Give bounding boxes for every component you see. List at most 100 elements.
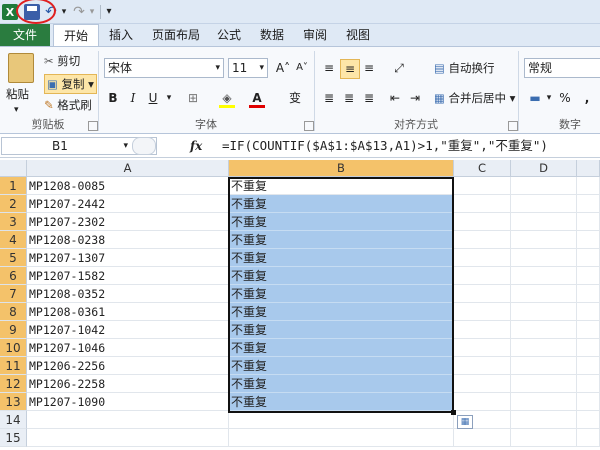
cell-c[interactable]	[454, 339, 511, 357]
column-header-e[interactable]	[577, 160, 600, 177]
cell-a[interactable]: MP1208-0352	[27, 285, 229, 303]
align-left-icon[interactable]: ≣	[320, 89, 338, 107]
cell-c[interactable]	[454, 213, 511, 231]
bold-button[interactable]: B	[104, 89, 122, 107]
percent-button[interactable]: %	[556, 89, 574, 107]
cell-c[interactable]	[454, 303, 511, 321]
cell-e[interactable]	[577, 249, 600, 267]
row-header[interactable]: 3	[0, 213, 27, 231]
cell-e[interactable]	[577, 357, 600, 375]
align-bottom-icon[interactable]: ≡	[360, 59, 378, 77]
border-icon[interactable]: ⊞	[184, 89, 202, 107]
cell-a[interactable]: MP1207-1582	[27, 267, 229, 285]
cell-d[interactable]	[511, 213, 577, 231]
column-header-b[interactable]: B	[229, 160, 454, 177]
increase-indent-icon[interactable]: ⇥	[406, 89, 424, 107]
cell-e[interactable]	[577, 429, 600, 447]
paste-dropdown-icon[interactable]: ▾	[14, 101, 19, 119]
cell-e[interactable]	[577, 177, 600, 195]
cell-d[interactable]	[511, 249, 577, 267]
tab-formulas[interactable]: 公式	[211, 24, 247, 46]
cell-a[interactable]	[27, 429, 229, 447]
cell-d[interactable]	[511, 303, 577, 321]
cut-button[interactable]: ✂ 剪切	[44, 52, 80, 70]
cell-d[interactable]	[511, 267, 577, 285]
cell-c[interactable]	[454, 177, 511, 195]
cell-a[interactable]: MP1207-2302	[27, 213, 229, 231]
tab-page-layout[interactable]: 页面布局	[146, 24, 206, 46]
column-header-d[interactable]: D	[511, 160, 577, 177]
row-header[interactable]: 15	[0, 429, 27, 447]
cell-c[interactable]	[454, 429, 511, 447]
alignment-launcher-icon[interactable]	[508, 121, 518, 131]
fill-handle[interactable]	[451, 410, 456, 415]
cell-a[interactable]: MP1206-2258	[27, 375, 229, 393]
select-all-corner[interactable]	[0, 160, 27, 177]
cell-a[interactable]: MP1207-1046	[27, 339, 229, 357]
cell-a[interactable]: MP1208-0361	[27, 303, 229, 321]
cell-a[interactable]	[27, 411, 229, 429]
row-header[interactable]: 5	[0, 249, 27, 267]
row-header[interactable]: 7	[0, 285, 27, 303]
customize-toolbar-icon[interactable]: ▾	[104, 3, 114, 20]
cell-e[interactable]	[577, 375, 600, 393]
row-header[interactable]: 14	[0, 411, 27, 429]
align-top-icon[interactable]: ≡	[320, 59, 338, 77]
row-header[interactable]: 9	[0, 321, 27, 339]
cell-e[interactable]	[577, 393, 600, 411]
cell-e[interactable]	[577, 195, 600, 213]
worksheet-grid[interactable]: A B C D 1 MP1208-0085 不重复 2 MP1207-2442 不重复 3 M…	[0, 160, 600, 450]
cell-e[interactable]	[577, 303, 600, 321]
cell-d[interactable]	[511, 285, 577, 303]
row-header[interactable]: 10	[0, 339, 27, 357]
row-header[interactable]: 8	[0, 303, 27, 321]
cell-d[interactable]	[511, 429, 577, 447]
cell-d[interactable]	[511, 411, 577, 429]
font-launcher-icon[interactable]	[304, 121, 314, 131]
font-name-box[interactable]: 宋体 ▾	[104, 58, 224, 78]
tab-view[interactable]: 视图	[340, 24, 376, 46]
cell-d[interactable]	[511, 231, 577, 249]
cell-c[interactable]	[454, 285, 511, 303]
tab-review[interactable]: 审阅	[297, 24, 333, 46]
cell-a[interactable]: MP1208-0238	[27, 231, 229, 249]
row-header[interactable]: 11	[0, 357, 27, 375]
copy-button[interactable]: ▣ 复制 ▾	[44, 74, 97, 94]
italic-button[interactable]: I	[124, 89, 142, 107]
cell-e[interactable]	[577, 213, 600, 231]
cell-e[interactable]	[577, 339, 600, 357]
grow-font-button[interactable]: A˄	[274, 59, 292, 77]
row-header[interactable]: 13	[0, 393, 27, 411]
cell-e[interactable]	[577, 231, 600, 249]
tab-home[interactable]: 开始	[53, 24, 99, 47]
align-middle-icon[interactable]: ≡	[340, 59, 360, 79]
tab-data[interactable]: 数据	[254, 24, 290, 46]
cell-d[interactable]	[511, 195, 577, 213]
cell-c[interactable]	[454, 267, 511, 285]
cell-b[interactable]	[229, 429, 454, 447]
column-header-c[interactable]: C	[454, 160, 511, 177]
cell-c[interactable]	[454, 231, 511, 249]
cell-c[interactable]	[454, 195, 511, 213]
cell-a[interactable]: MP1207-1307	[27, 249, 229, 267]
number-format-box[interactable]: 常规	[524, 58, 600, 78]
align-center-icon[interactable]: ≣	[340, 89, 358, 107]
redo-icon[interactable]: ↷	[72, 3, 86, 20]
tab-insert[interactable]: 插入	[103, 24, 139, 46]
cell-c[interactable]	[454, 249, 511, 267]
insert-function-button[interactable]: fx	[190, 137, 212, 155]
cell-a[interactable]: MP1207-2442	[27, 195, 229, 213]
auto-fill-options-icon[interactable]: ▦	[457, 415, 473, 429]
cell-a[interactable]: MP1207-1090	[27, 393, 229, 411]
cell-e[interactable]	[577, 411, 600, 429]
cell-d[interactable]	[511, 339, 577, 357]
wrap-text-button[interactable]: ▤ 自动换行	[434, 59, 495, 77]
cell-d[interactable]	[511, 177, 577, 195]
undo-dropdown-icon[interactable]: ▾	[60, 3, 68, 20]
cell-b[interactable]	[229, 411, 454, 429]
merge-center-button[interactable]: ▦ 合并后居中 ▾	[434, 89, 515, 107]
cell-d[interactable]	[511, 321, 577, 339]
cell-c[interactable]	[454, 393, 511, 411]
cell-a[interactable]: MP1206-2256	[27, 357, 229, 375]
comma-button[interactable]: ,	[578, 89, 596, 107]
